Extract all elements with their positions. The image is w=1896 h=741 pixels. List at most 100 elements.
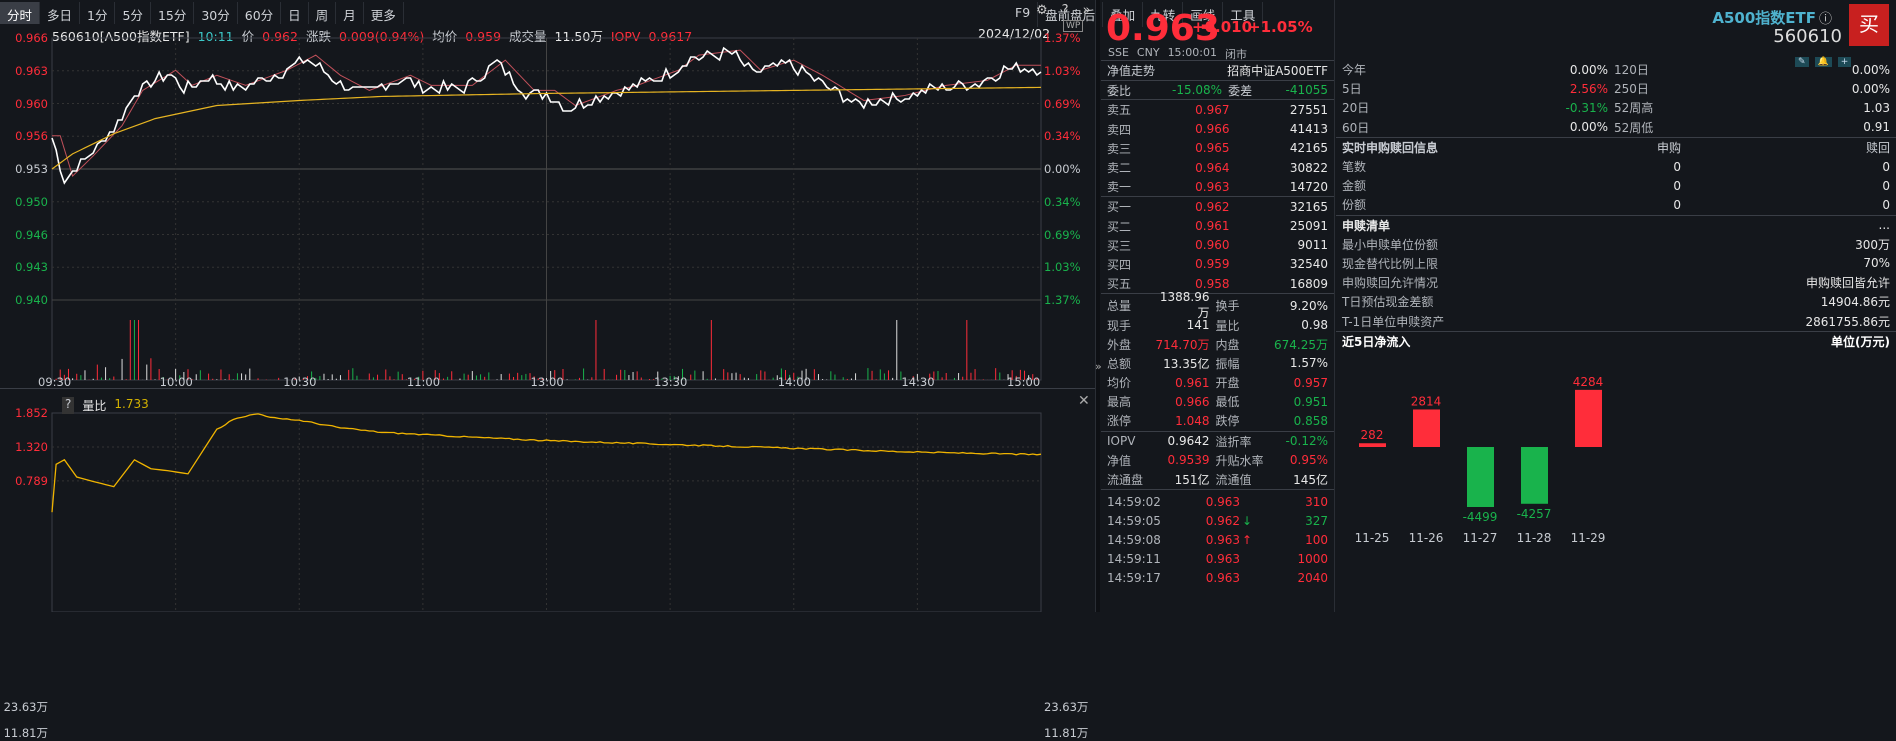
x-tick: 11:00 [406,375,441,389]
ask-volume: 14720 [1289,179,1329,194]
help-icon[interactable]: ? [62,397,75,414]
flow-value: -4257 [1517,506,1552,520]
sr-row: 份额 0 0 [1336,195,1896,214]
tick-volume: 2040 [1297,571,1328,586]
stat-value: 1.048 [1175,413,1210,428]
tick-row: 14:59:11 0.963 1000 [1101,550,1334,569]
info-icon[interactable]: ⓘ [1819,8,1832,27]
list-value: 2861755.86元 [1805,314,1890,329]
y-tick-left: 0.953 [15,162,48,176]
level-label: 卖二 [1107,161,1132,176]
bid-volume: 32165 [1289,199,1329,214]
stat-row: 总量 1388.96万 换手 9.20% [1101,290,1334,320]
tick-time: 14:59:08 [1107,533,1161,548]
close-icon[interactable]: ✕ [1078,393,1090,409]
ask-price: 0.967 [1195,102,1230,117]
flow-value: 282 [1361,428,1384,442]
tick-time: 14:59:05 [1107,513,1161,528]
tick-volume: 100 [1305,533,1328,548]
nav-trend-link[interactable]: 净值走势 招商中证A500ETF [1101,61,1334,80]
perf-value: 2.56% [1569,81,1608,96]
sr-row: 笔数 0 0 [1336,157,1896,176]
bid-row: 买二 0.961 25091 [1101,217,1334,236]
stat-value: 674.25万 [1274,337,1328,352]
stat-label: 均价 [1107,376,1132,391]
list-label: T-1日单位申赎资产 [1342,314,1445,329]
tick-volume: 310 [1305,494,1328,509]
x-tick: 09:30 [38,375,72,389]
x-tick: 15:00 [1007,375,1041,389]
level-label: 买一 [1107,200,1132,215]
level-label: 买三 [1107,238,1132,253]
flow-date: 11-25 [1355,531,1390,545]
x-tick: 10:00 [159,375,193,389]
tick-price: 0.963 [1205,552,1241,567]
sr-value: 0 [1882,197,1890,212]
stat-row: 净值 0.9539 升贴水率 0.95% [1101,451,1334,470]
perf-value: 0.00% [1569,62,1608,77]
ask-row: 卖四 0.966 41413 [1101,120,1334,139]
stat-value: 0.858 [1293,413,1328,428]
list-row: 现金替代比例上限 70% [1336,254,1896,273]
list-label: T日预估现金差额 [1342,295,1434,310]
y-tick-left: 0.946 [15,227,48,242]
y-tick-right: 0.69% [1044,96,1081,111]
tick-arrow-icon: ↓ [1241,513,1253,528]
bid-price: 0.959 [1195,257,1230,272]
ratio-current: 1.733 [114,397,149,411]
tick-arrow-icon: ↑ [1241,533,1253,548]
y-tick-right: 0.00% [1044,162,1081,176]
perf-value: -0.31% [1565,100,1608,115]
y-tick-left: 0.960 [15,96,48,111]
stat-value: 145亿 [1293,473,1328,488]
level-label: 买二 [1107,219,1132,234]
stat-row: IOPV 0.9642 溢折率 -0.12% [1101,432,1334,451]
perf-label: 52周低 [1614,120,1654,135]
x-tick: 13:00 [530,375,564,389]
tick-price: 0.963 [1205,533,1241,548]
ask-row: 卖一 0.963 14720 [1101,177,1334,196]
stat-label: IOPV [1107,434,1136,449]
stat-label: 总额 [1107,356,1132,371]
ratio-tick: 0.789 [15,473,48,488]
sr-col2: 赎回 [1865,140,1890,155]
ask-price: 0.965 [1195,141,1230,156]
stat-label: 涨停 [1107,414,1132,429]
perf-row: 5日 2.56% 250日 0.00% [1336,79,1896,98]
sr-label: 金额 [1342,179,1367,194]
panel-divider[interactable] [1095,0,1100,612]
stat-row: 总额 13.35亿 振幅 1.57% [1101,354,1334,373]
stat-label: 开盘 [1215,376,1240,391]
intraday-chart[interactable] [0,0,1095,612]
stat-value: 0.9539 [1167,453,1210,468]
list-row: 最小申赎单位份额 300万 [1336,235,1896,254]
list-label: 申购赎回允许情况 [1342,276,1439,291]
y-tick-right: 1.37% [1044,31,1081,45]
vol-tick-left: 23.63万 [3,700,48,714]
stat-label: 外盘 [1107,337,1132,352]
perf-label: 今年 [1342,63,1367,78]
flow-value: -4499 [1463,510,1498,524]
list-label: 现金替代比例上限 [1342,256,1439,271]
list-label: 最小申赎单位份额 [1342,237,1439,252]
ask-row: 卖三 0.965 42165 [1101,139,1334,158]
stat-row: 现手 141 量比 0.98 [1101,315,1334,334]
ask-price: 0.963 [1195,179,1230,194]
list-row: T-1日单位申赎资产 2861755.86元 [1336,311,1896,330]
sr-value: 0 [1882,159,1890,174]
y-tick-left: 0.943 [15,260,48,275]
y-tick-right: 0.34% [1044,129,1081,144]
bid-volume: 9011 [1297,238,1329,253]
ratio-value: -15.08% [1172,83,1223,98]
tick-volume: 327 [1305,513,1328,528]
flow-title: 近5日净流入 [1342,335,1411,350]
sr-title: 实时申购赎回信息 [1342,140,1439,155]
sr-value: 0 [1673,159,1681,174]
flow-date: 11-26 [1409,531,1444,545]
buy-button[interactable]: 买 [1849,4,1889,46]
x-tick: 10:30 [283,375,317,389]
ask-volume: 30822 [1289,160,1329,175]
ratio-tick: 1.320 [15,440,48,454]
tick-row: 14:59:05 0.962 ↓ 327 [1101,511,1334,530]
wp-icon[interactable]: WP [1063,20,1084,32]
